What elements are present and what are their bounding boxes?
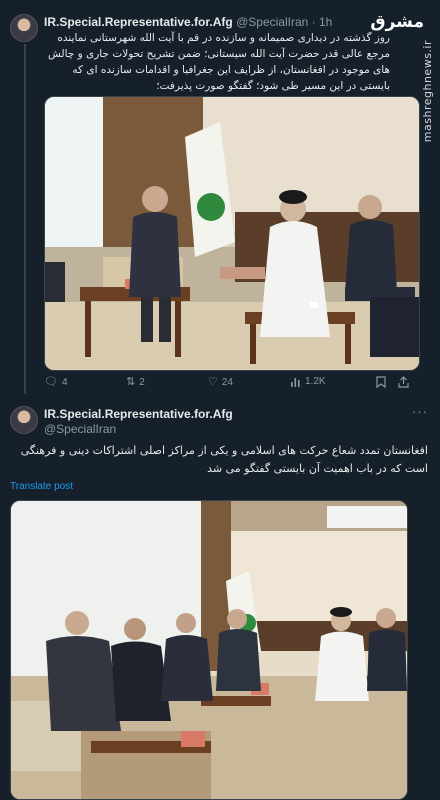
reply-button[interactable]: 🗨︎ 4 <box>44 376 68 388</box>
tweet-text: روز گذشته در دیداری صمیمانه و سازنده در … <box>47 32 390 92</box>
meeting-photo-1-image <box>45 97 419 370</box>
thread-connector-line <box>24 44 26 394</box>
share-button[interactable] <box>398 376 409 388</box>
watermark-site: mashreghnews.ir <box>421 40 434 143</box>
meeting-photo-2-image <box>11 501 407 799</box>
like-count: 24 <box>221 376 233 388</box>
tweet-photo-1[interactable] <box>44 96 420 371</box>
author-avatar[interactable] <box>10 14 38 42</box>
views-count: 1.2K <box>305 376 326 387</box>
bookmark-button[interactable] <box>376 376 386 388</box>
like-button[interactable]: ♡ 24 <box>208 376 233 388</box>
author-handle[interactable]: @SpecialIran <box>236 15 308 29</box>
author-avatar[interactable] <box>10 406 38 434</box>
tweet-text: افغانستان تمدد شعاع حرکت های اسلامی و یک… <box>20 444 428 475</box>
share-icon <box>398 376 409 388</box>
repost-button[interactable]: ⇅ 2 <box>126 376 145 388</box>
author-handle[interactable]: @SpecialIran <box>44 422 116 436</box>
reply-count: 4 <box>61 376 68 388</box>
tweet-header: IR.Special.Representative.for.Afg <box>44 407 430 423</box>
tweet-header: IR.Special.Representative.for.Afg @Speci… <box>44 15 430 31</box>
heart-icon: ♡ <box>208 376 218 388</box>
repost-count: 2 <box>139 376 145 388</box>
bookmark-icon <box>376 376 386 388</box>
more-options-button[interactable]: ··· <box>412 404 428 419</box>
translate-post-link[interactable]: Translate post <box>10 481 73 492</box>
reply-icon: 🗨︎ <box>44 376 58 388</box>
views-button[interactable]: 1.2K <box>290 376 326 387</box>
views-icon <box>291 378 300 387</box>
tweet-actions: 🗨︎ 4 ⇅ 2 ♡ 24 1.2K <box>44 376 410 392</box>
author-name[interactable]: IR.Special.Representative.for.Afg <box>44 15 233 29</box>
timestamp[interactable]: 1h <box>319 15 332 29</box>
repost-icon: ⇅ <box>126 376 136 388</box>
tweet-photo-2[interactable] <box>10 500 408 800</box>
author-name[interactable]: IR.Special.Representative.for.Afg <box>44 407 233 421</box>
separator-dot: · <box>311 15 316 29</box>
